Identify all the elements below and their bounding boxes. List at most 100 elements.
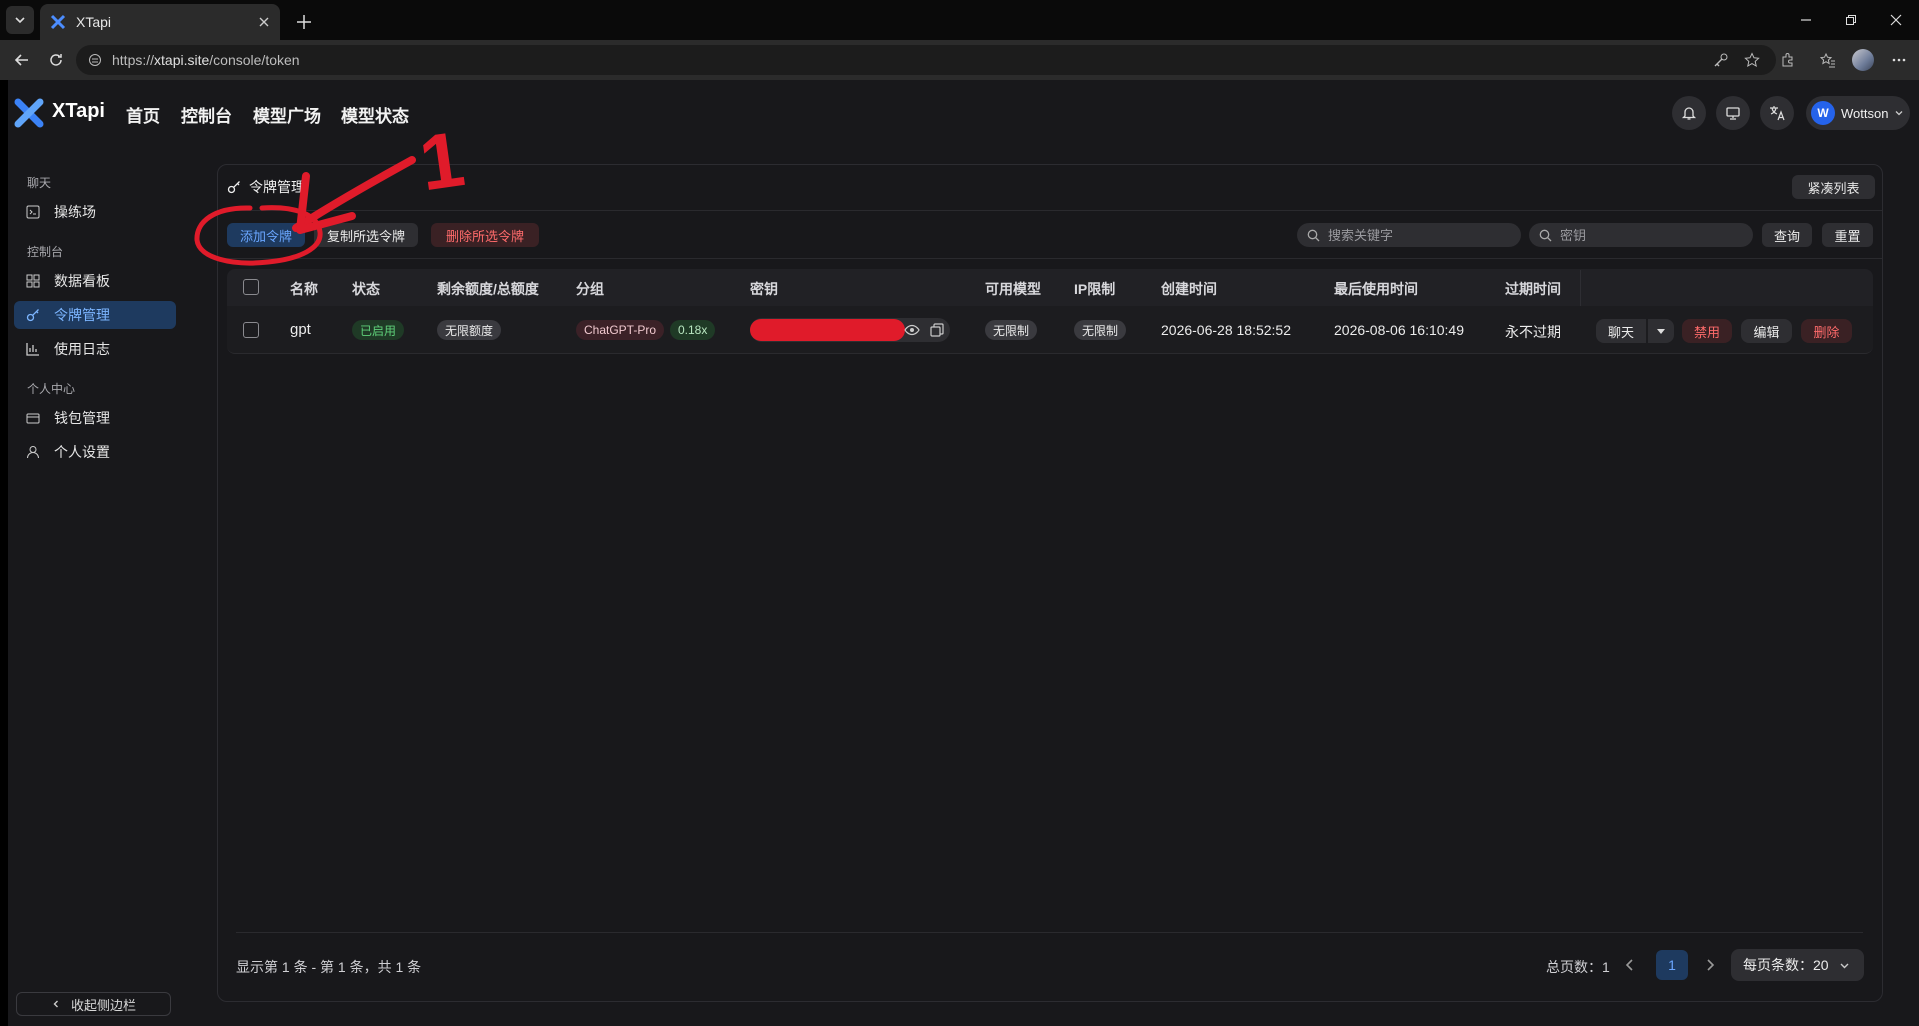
delete-selected-tokens-button[interactable]: 删除所选令牌 — [431, 223, 539, 247]
card-title-text: 令牌管理 — [249, 179, 305, 195]
close-window-button[interactable] — [1876, 6, 1916, 34]
tab-list-button[interactable] — [6, 6, 34, 34]
profile-button[interactable] — [1849, 46, 1877, 74]
query-button[interactable]: 查询 — [1762, 223, 1812, 247]
disable-button[interactable]: 禁用 — [1682, 319, 1732, 343]
eye-icon[interactable] — [904, 322, 920, 338]
prev-page-icon[interactable] — [1622, 957, 1638, 973]
nav-model-status[interactable]: 模型状态 — [341, 102, 409, 127]
column-header-status[interactable]: 状态 — [352, 279, 380, 299]
sidebar-item-label: 个人设置 — [54, 444, 110, 460]
password-key-button[interactable] — [1707, 46, 1735, 74]
column-header-expires[interactable]: 过期时间 — [1505, 279, 1561, 299]
star-icon — [1744, 52, 1760, 67]
sidebar-item-label: 令牌管理 — [54, 307, 110, 323]
extensions-button[interactable] — [1774, 46, 1802, 74]
key-search-field[interactable] — [1529, 223, 1753, 247]
translate-icon — [1770, 106, 1785, 121]
page-size-select[interactable]: 每页条数：20 — [1731, 949, 1864, 981]
add-token-button[interactable]: 添加令牌 — [227, 223, 305, 247]
brand-name[interactable]: XTapi — [52, 100, 105, 123]
models-badge: 无限制 — [985, 320, 1038, 340]
sidebar-item-wallet[interactable]: 钱包管理 — [14, 404, 176, 432]
column-header-quota[interactable]: 剩余额度/总额度 — [437, 279, 539, 299]
url-scheme: https:// — [112, 52, 155, 68]
chevron-left-icon — [53, 1000, 58, 1008]
chat-dropdown-button[interactable] — [1648, 319, 1674, 343]
favorites-list-icon — [1820, 52, 1835, 68]
puzzle-icon — [1782, 53, 1793, 67]
user-menu-button[interactable]: W Wottson — [1806, 96, 1910, 130]
compact-list-button[interactable]: 紧凑列表 — [1792, 175, 1875, 199]
favorite-star-button[interactable] — [1738, 46, 1766, 74]
bell-icon — [1681, 107, 1697, 120]
column-header-ip-limit[interactable]: IP限制 — [1074, 279, 1115, 299]
collapse-sidebar-button[interactable]: 收起侧边栏 — [16, 992, 171, 1016]
copy-selected-tokens-button[interactable]: 复制所选令牌 — [314, 223, 418, 247]
minimize-button[interactable] — [1786, 6, 1826, 34]
page-size-value: 每页条数：20 — [1743, 957, 1829, 973]
nav-model-market[interactable]: 模型广场 — [253, 102, 321, 127]
notifications-button[interactable] — [1672, 96, 1706, 130]
browser-menu-button[interactable] — [1885, 46, 1913, 74]
display-mode-button[interactable] — [1716, 96, 1750, 130]
sidebar-item-playground[interactable]: 操练场 — [14, 198, 176, 226]
select-all-checkbox[interactable] — [243, 279, 259, 295]
column-header-name[interactable]: 名称 — [290, 279, 318, 299]
group-badge: ChatGPT-Pro — [576, 320, 665, 340]
sidebar-section-personal: 个人中心 — [27, 382, 76, 396]
column-header-created[interactable]: 创建时间 — [1161, 279, 1217, 299]
url-text[interactable]: https://xtapi.site/console/token — [112, 52, 300, 68]
quota-badge: 无限额度 — [437, 320, 502, 340]
divider — [218, 258, 1882, 259]
key-search-input[interactable] — [1560, 227, 1720, 243]
sidebar-item-label: 数据看板 — [54, 273, 110, 289]
keyword-search-field[interactable] — [1297, 223, 1521, 247]
column-header-group[interactable]: 分组 — [576, 279, 604, 299]
next-page-icon[interactable] — [1702, 957, 1718, 973]
column-header-key[interactable]: 密钥 — [750, 279, 778, 299]
delete-button[interactable]: 删除 — [1801, 319, 1852, 343]
sidebar-section-chat: 聊天 — [27, 176, 52, 190]
expire-time: 永不过期 — [1505, 324, 1561, 340]
reload-button[interactable] — [42, 46, 70, 74]
chat-button[interactable]: 聊天 — [1596, 319, 1646, 343]
address-bar[interactable]: https://xtapi.site/console/token — [76, 45, 1776, 75]
collapse-sidebar-label: 收起侧边栏 — [70, 997, 136, 1013]
sidebar-item-settings[interactable]: 个人设置 — [14, 438, 176, 466]
copy-icon[interactable] — [929, 322, 945, 338]
user-icon — [27, 446, 39, 459]
close-icon — [1890, 14, 1902, 26]
minimize-icon — [1801, 19, 1811, 21]
divider — [218, 210, 1882, 211]
page-number-button[interactable]: 1 — [1656, 950, 1688, 980]
nav-console[interactable]: 控制台 — [181, 102, 232, 127]
sidebar-item-label: 操练场 — [54, 204, 96, 220]
row-checkbox[interactable] — [243, 322, 259, 338]
new-tab-button[interactable] — [290, 8, 318, 36]
sidebar-item-token-management[interactable]: 令牌管理 — [14, 301, 176, 329]
reset-button[interactable]: 重置 — [1822, 223, 1873, 247]
browser-tab-active[interactable]: XTapi — [40, 4, 280, 40]
column-header-last-used[interactable]: 最后使用时间 — [1334, 279, 1418, 299]
xtapi-logo-icon[interactable] — [14, 98, 44, 128]
pagination-summary: 显示第 1 条 - 第 1 条，共 1 条 — [236, 959, 422, 975]
sidebar-item-usage-log[interactable]: 使用日志 — [14, 335, 176, 363]
language-button[interactable] — [1760, 96, 1794, 130]
restore-button[interactable] — [1831, 6, 1871, 34]
more-dots-icon — [1892, 58, 1906, 62]
close-tab-icon[interactable] — [258, 16, 270, 28]
keyword-search-input[interactable] — [1328, 227, 1488, 243]
key-icon — [26, 309, 39, 322]
back-button[interactable] — [8, 46, 36, 74]
sidebar-item-label: 使用日志 — [54, 341, 110, 357]
search-icon — [1539, 229, 1552, 241]
nav-home[interactable]: 首页 — [126, 102, 160, 127]
column-header-models[interactable]: 可用模型 — [985, 279, 1041, 299]
site-info-icon[interactable] — [88, 53, 102, 67]
sidebar-item-dashboard[interactable]: 数据看板 — [14, 267, 176, 295]
edit-button[interactable]: 编辑 — [1741, 319, 1792, 343]
plus-icon — [297, 15, 311, 29]
favorites-button[interactable] — [1814, 46, 1842, 74]
chevron-down-icon — [1895, 111, 1903, 116]
